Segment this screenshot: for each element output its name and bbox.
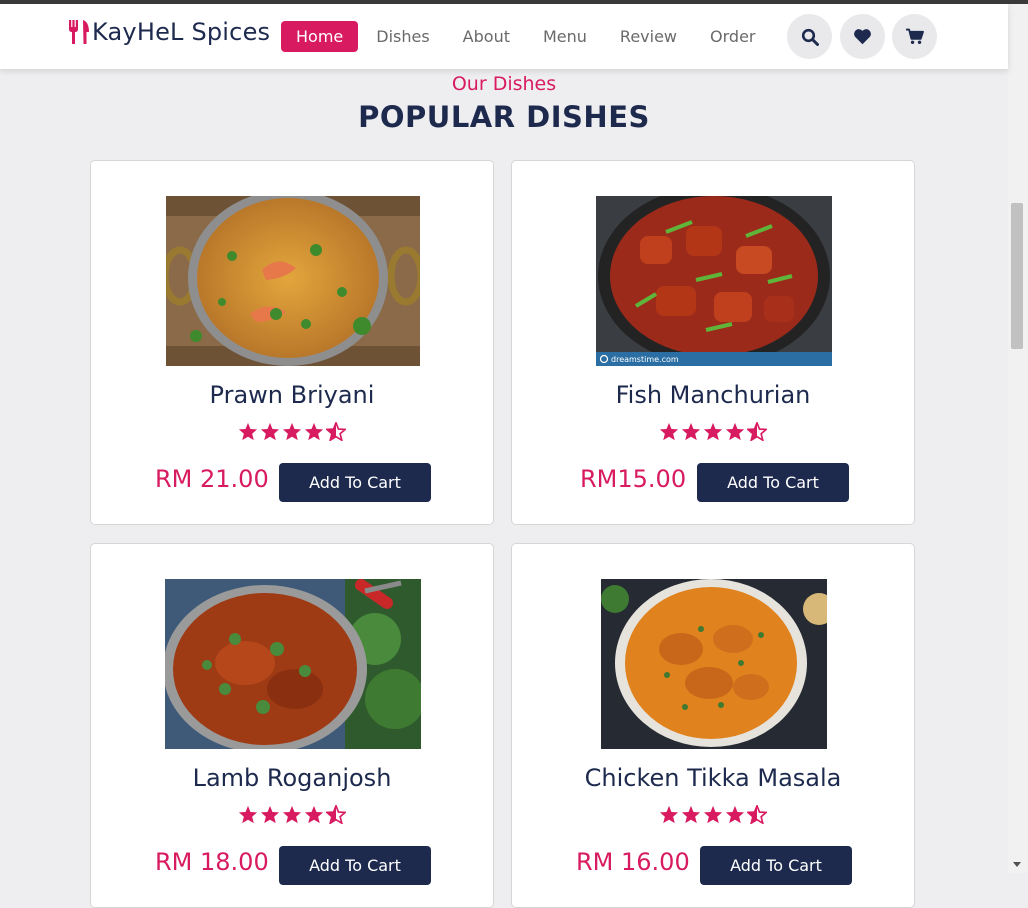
nav-about[interactable]: About — [463, 27, 510, 46]
star-half-icon — [326, 422, 346, 441]
star-icon — [304, 805, 324, 824]
star-icon — [659, 422, 679, 441]
dish-name: Fish Manchurian — [615, 381, 811, 409]
dish-name: Chicken Tikka Masala — [584, 764, 842, 792]
brand-name: KayHeL Spices — [92, 18, 271, 46]
star-icon — [681, 422, 701, 441]
section-title: POPULAR DISHES — [358, 100, 650, 134]
scrollbar-thumb[interactable] — [1011, 203, 1023, 349]
dish-price: RM 18.00 — [155, 848, 269, 876]
star-icon — [304, 422, 324, 441]
dish-name: Prawn Briyani — [209, 381, 375, 409]
site-header: KayHeL Spices Home Dishes About Menu Rev… — [0, 4, 1008, 69]
dish-card: dreamstime.com Fish Manchurian RM15.00 A… — [511, 160, 915, 525]
search-button[interactable] — [787, 14, 832, 59]
cart-button[interactable] — [892, 14, 937, 59]
nav-menu[interactable]: Menu — [543, 27, 587, 46]
star-half-icon — [747, 422, 767, 441]
dish-name: Lamb Roganjosh — [192, 764, 392, 792]
star-icon — [282, 805, 302, 824]
star-icon — [725, 422, 745, 441]
scroll-down-arrow-icon[interactable] — [1013, 862, 1021, 867]
brand-logo[interactable]: KayHeL Spices — [68, 18, 270, 46]
add-to-cart-button[interactable]: Add To Cart — [279, 846, 431, 885]
star-icon — [260, 805, 280, 824]
search-icon — [801, 28, 819, 46]
chicken-tikka-masala-image — [601, 579, 827, 749]
star-icon — [703, 805, 723, 824]
star-half-icon — [747, 805, 767, 824]
utensils-icon — [69, 20, 89, 44]
dish-price: RM 21.00 — [155, 465, 269, 493]
rating-stars — [91, 422, 493, 441]
prawn-briyani-image — [166, 196, 420, 366]
nav-home[interactable]: Home — [281, 21, 359, 52]
dish-card: Lamb Roganjosh RM 18.00 Add To Cart — [90, 543, 494, 908]
star-icon — [260, 422, 280, 441]
fish-manchurian-image: dreamstime.com — [596, 196, 832, 366]
add-to-cart-button[interactable]: Add To Cart — [279, 463, 431, 502]
page-scrollbar[interactable] — [1008, 4, 1028, 873]
lamb-roganjosh-image — [165, 579, 421, 749]
cart-icon — [906, 28, 924, 44]
dish-price: RM 16.00 — [576, 848, 690, 876]
star-icon — [659, 805, 679, 824]
nav-dishes[interactable]: Dishes — [376, 27, 429, 46]
star-icon — [238, 422, 258, 441]
star-icon — [703, 422, 723, 441]
watermark-text: dreamstime.com — [611, 355, 679, 364]
favorites-button[interactable] — [840, 14, 885, 59]
star-icon — [725, 805, 745, 824]
main-nav: Home Dishes About Menu Review Order — [281, 20, 788, 53]
rating-stars — [91, 805, 493, 824]
dish-card: Chicken Tikka Masala RM 16.00 Add To Car… — [511, 543, 915, 908]
star-icon — [238, 805, 258, 824]
rating-stars — [512, 422, 914, 441]
section-subtitle: Our Dishes — [451, 73, 557, 95]
nav-order[interactable]: Order — [710, 27, 755, 46]
rating-stars — [512, 805, 914, 824]
nav-review[interactable]: Review — [620, 27, 677, 46]
star-half-icon — [326, 805, 346, 824]
add-to-cart-button[interactable]: Add To Cart — [697, 463, 849, 502]
star-icon — [681, 805, 701, 824]
heart-icon — [854, 29, 871, 45]
add-to-cart-button[interactable]: Add To Cart — [700, 846, 852, 885]
dish-card: Prawn Briyani RM 21.00 Add To Cart — [90, 160, 494, 525]
dish-price: RM15.00 — [580, 465, 687, 493]
star-icon — [282, 422, 302, 441]
